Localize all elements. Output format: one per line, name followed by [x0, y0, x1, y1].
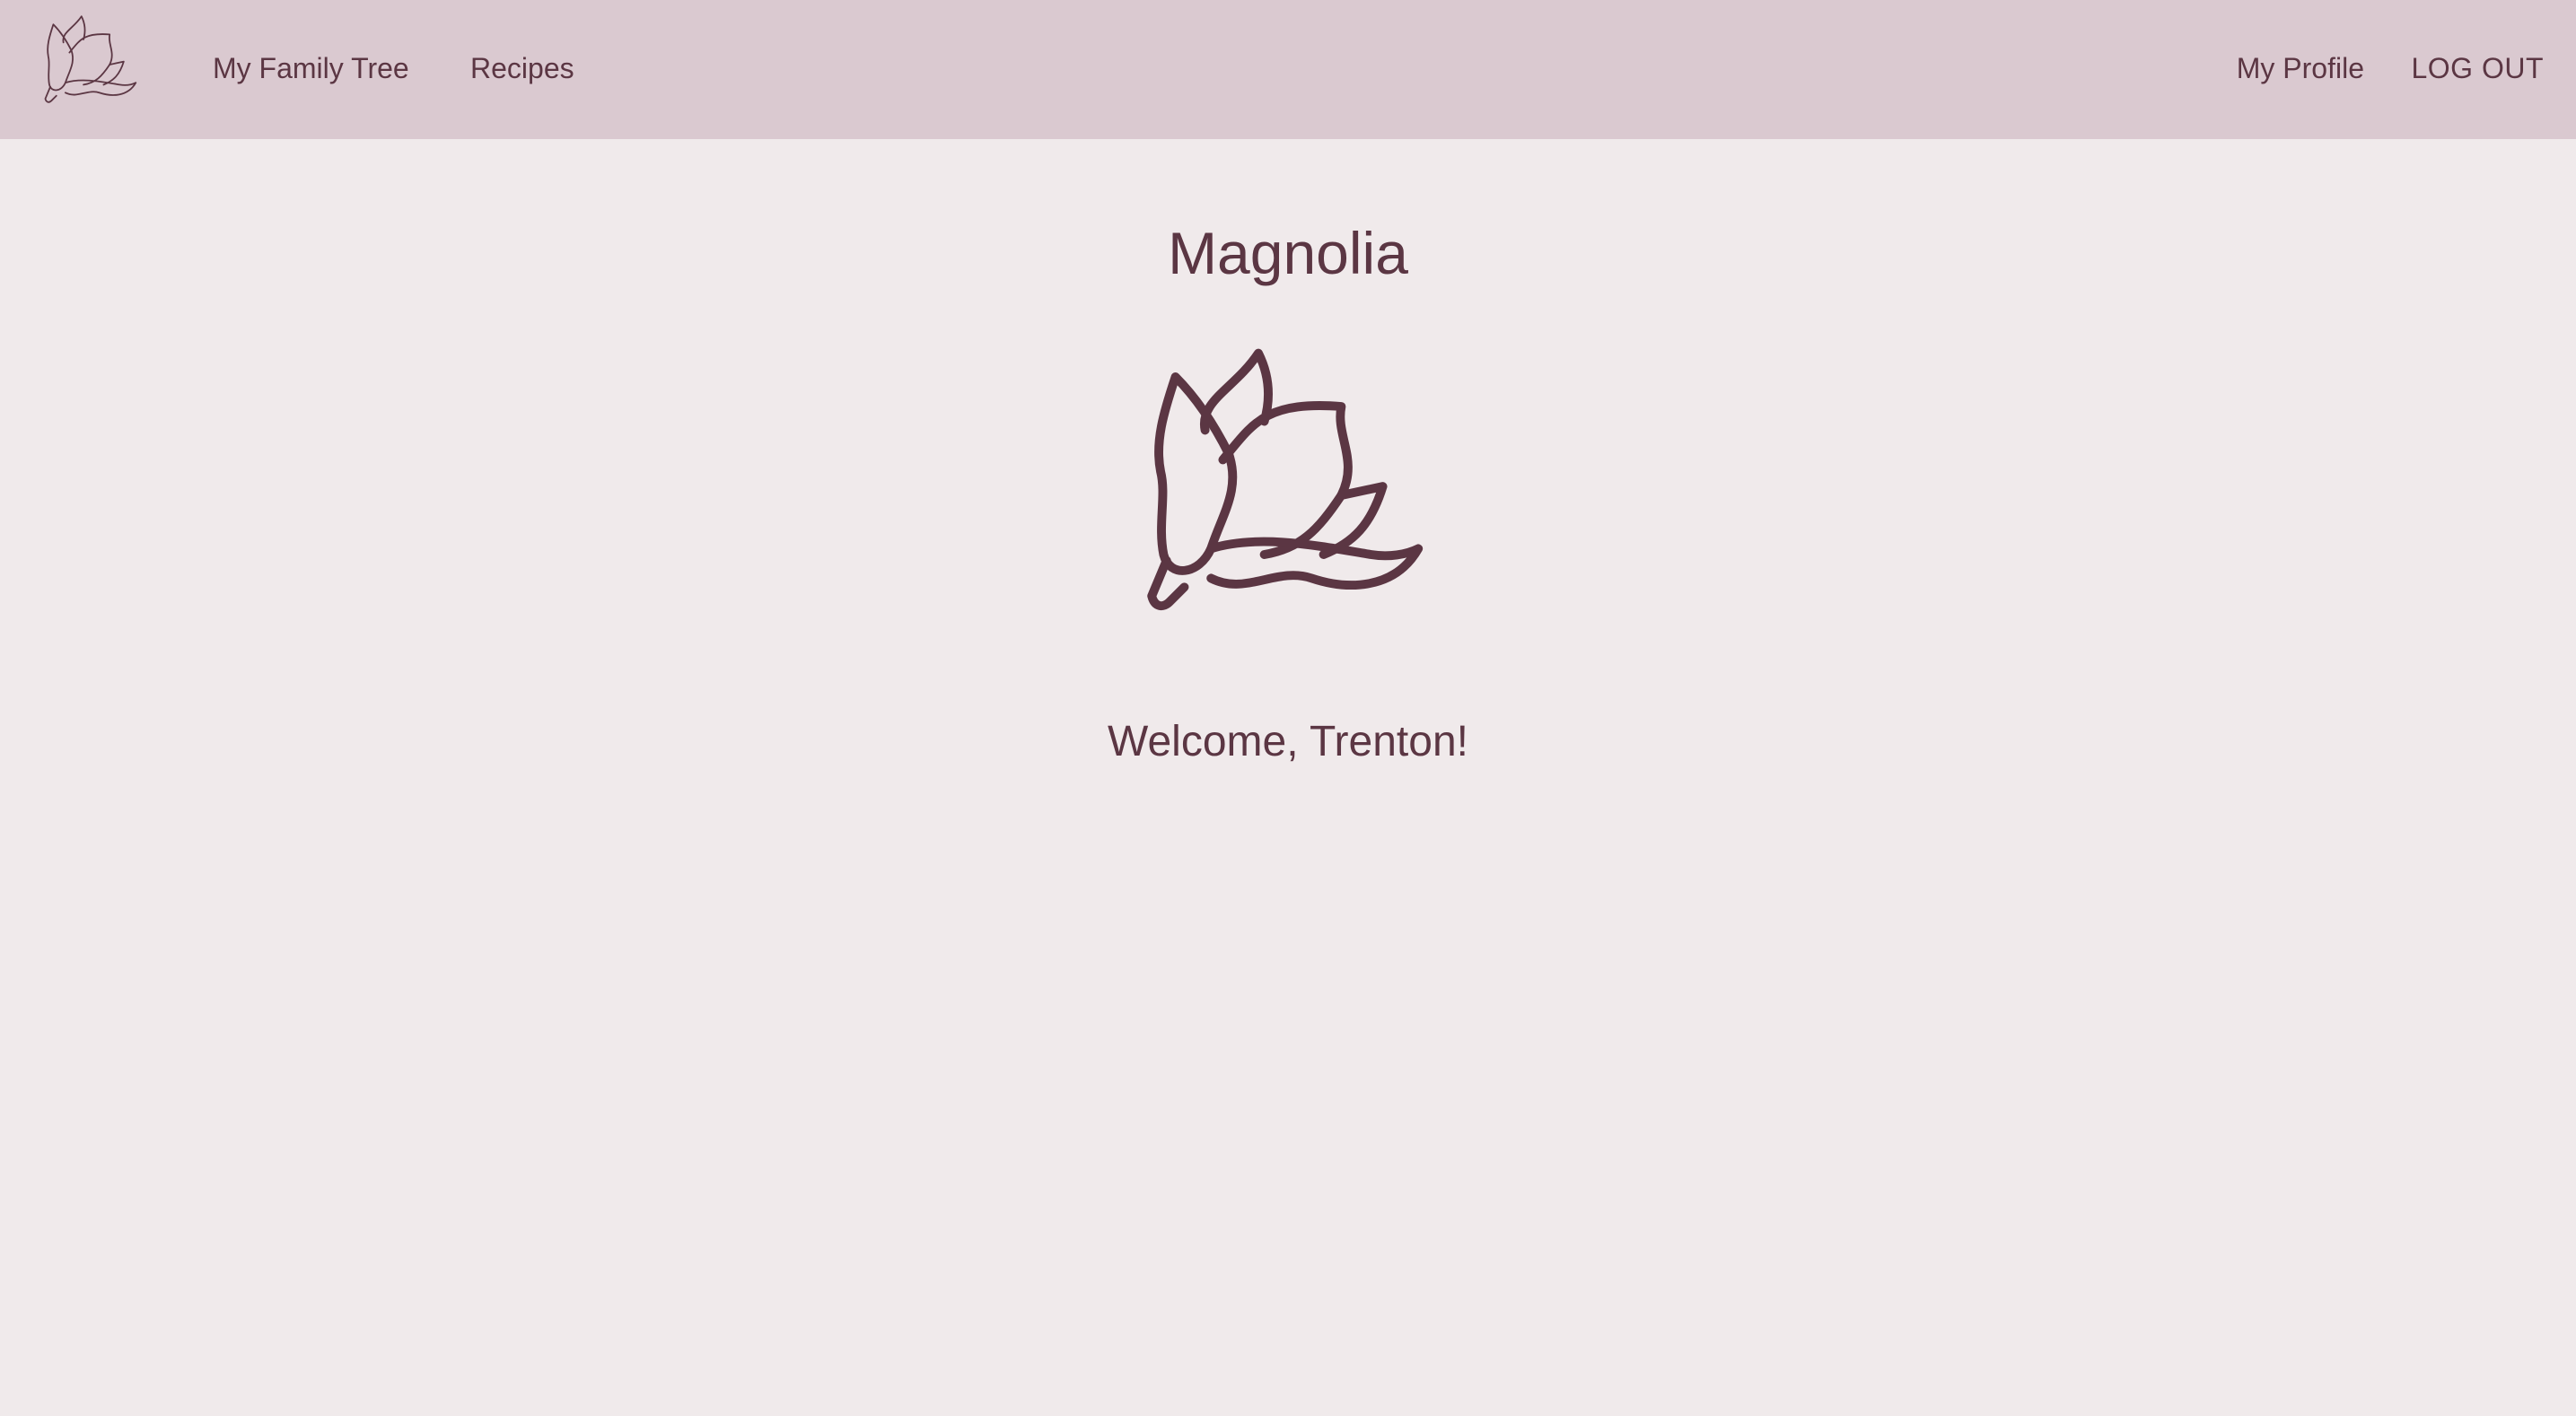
page-title: Magnolia [1168, 220, 1408, 286]
welcome-message: Welcome, Trenton! [1108, 718, 1468, 765]
magnolia-flower-icon [1140, 347, 1436, 643]
nav-link-my-profile[interactable]: My Profile [2237, 43, 2364, 93]
nav-link-my-family-tree[interactable]: My Family Tree [213, 43, 409, 93]
nav-link-recipes[interactable]: Recipes [470, 43, 574, 93]
logout-button[interactable]: LOG OUT [2411, 43, 2544, 93]
magnolia-logo-icon[interactable] [41, 14, 142, 115]
top-navbar: My Family Tree Recipes My Profile LOG OU… [0, 0, 2576, 139]
main-content: Magnolia Welcome, Trenton! [0, 139, 2576, 1416]
